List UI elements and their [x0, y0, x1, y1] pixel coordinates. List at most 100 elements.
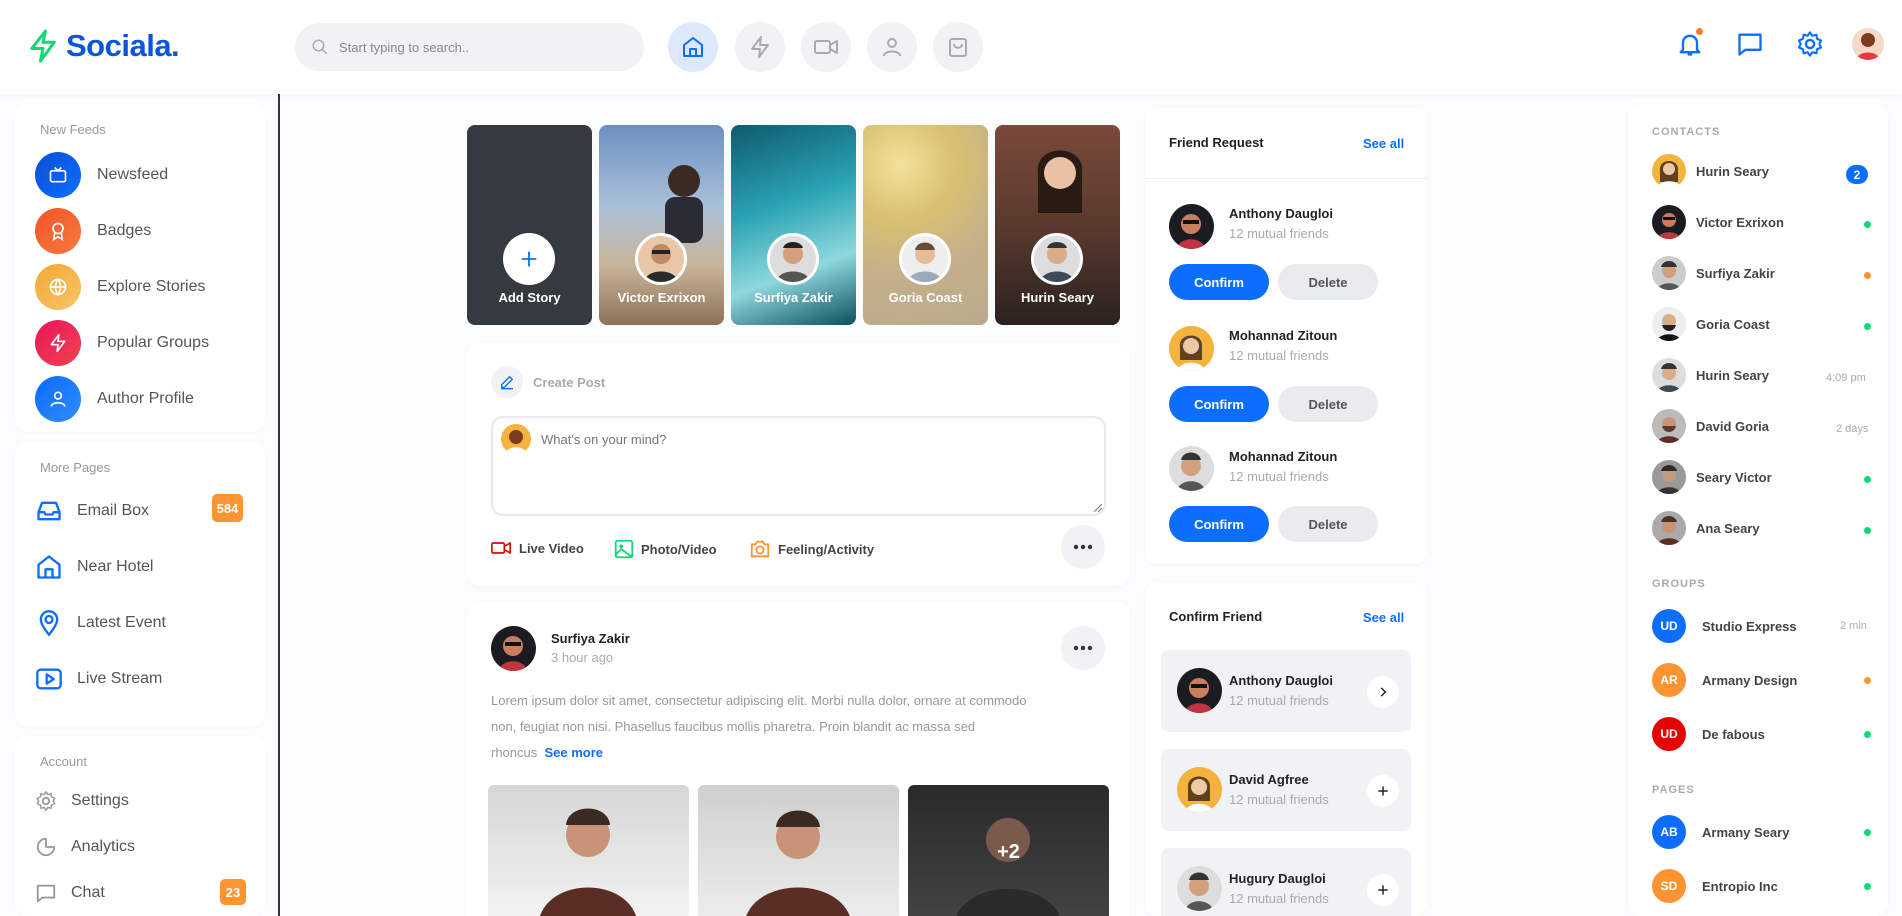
nav-home-button[interactable] [668, 22, 718, 72]
story-card[interactable]: Goria Coast [863, 125, 988, 325]
sidebar-item-explore-stories[interactable]: Explore Stories [35, 264, 206, 310]
online-status-dot [1864, 323, 1871, 330]
confirm-friend-item[interactable]: David Agfree 12 mutual friends [1161, 749, 1411, 831]
create-post-title[interactable]: Create Post [533, 375, 605, 390]
sidebar-item-latest-event[interactable]: Latest Event [35, 600, 166, 646]
settings-button[interactable] [1792, 26, 1828, 62]
contact-name: Hurin Seary [1696, 163, 1769, 179]
nav-profile-button[interactable] [867, 22, 917, 72]
group-item[interactable]: AR Armany Design [1652, 663, 1872, 697]
page-item[interactable]: AB Armany Seary [1652, 815, 1872, 849]
search-input[interactable] [339, 39, 599, 55]
sidebar-item-settings[interactable]: Settings [35, 778, 129, 824]
story-card[interactable]: Surfiya Zakir [731, 125, 856, 325]
sidebar-item-live-stream[interactable]: Live Stream [35, 656, 162, 702]
search-bar[interactable] [295, 23, 644, 71]
contact-name: Surfiya Zakir [1696, 265, 1775, 281]
confirm-button[interactable]: Confirm [1169, 386, 1269, 422]
friend-mutual: 12 mutual friends [1229, 891, 1329, 906]
page-item[interactable]: SD Entropio Inc [1652, 869, 1872, 903]
globe-icon [35, 264, 81, 310]
group-name: Armany Design [1702, 672, 1798, 688]
delete-button[interactable]: Delete [1278, 264, 1378, 300]
confirm-friend-see-all[interactable]: See all [1363, 610, 1404, 625]
chat-icon [1738, 33, 1762, 56]
group-initials-avatar: UD [1652, 717, 1686, 751]
sidebar-item-newsfeed[interactable]: Newsfeed [35, 152, 168, 198]
sidebar-item-near-hotel[interactable]: Near Hotel [35, 544, 153, 590]
story-avatar [899, 233, 951, 285]
request-avatar[interactable] [1169, 446, 1214, 491]
friend-request-see-all[interactable]: See all [1363, 136, 1404, 151]
post-options-button[interactable] [1061, 626, 1105, 670]
request-name[interactable]: Mohannad Zitoun [1229, 449, 1337, 464]
post-textarea[interactable]: What's on your mind? [491, 416, 1106, 516]
notifications-button[interactable] [1672, 26, 1708, 62]
feeling-activity-action[interactable]: Feeling/Activity [748, 538, 874, 560]
friend-action-button[interactable] [1367, 676, 1399, 708]
home-icon [683, 37, 703, 57]
confirm-button[interactable]: Confirm [1169, 506, 1269, 542]
delete-button[interactable]: Delete [1278, 506, 1378, 542]
shop-bag-icon [949, 38, 967, 57]
request-name[interactable]: Anthony Daugloi [1229, 206, 1333, 221]
add-story-button[interactable] [503, 233, 555, 285]
contact-avatar [1652, 256, 1686, 290]
more-options-button[interactable] [1061, 525, 1105, 569]
post-textarea-placeholder: What's on your mind? [541, 432, 667, 447]
delete-button[interactable]: Delete [1278, 386, 1378, 422]
see-more-link[interactable]: See more [544, 745, 603, 760]
sidebar-item-popular-groups[interactable]: Popular Groups [35, 320, 209, 366]
live-video-action[interactable]: Live Video [489, 538, 584, 558]
group-item[interactable]: UD De fabous [1652, 717, 1872, 751]
composer-avatar [501, 424, 531, 454]
messages-button[interactable] [1732, 26, 1768, 62]
sidebar-item-email-box[interactable]: Email Box [35, 488, 149, 534]
sidebar-item-badges[interactable]: Badges [35, 208, 151, 254]
contact-item[interactable]: Goria Coast [1652, 307, 1872, 341]
sidebar-divider [278, 94, 280, 916]
contact-item[interactable]: Hurin Seary [1652, 154, 1872, 188]
add-story-card[interactable]: Add Story [467, 125, 592, 325]
request-avatar[interactable] [1169, 326, 1214, 371]
contact-item[interactable]: Surfiya Zakir [1652, 256, 1872, 290]
story-avatar [767, 233, 819, 285]
email-count-badge: 584 [212, 494, 243, 522]
sidebar-item-analytics[interactable]: Analytics [35, 824, 135, 870]
nav-shop-button[interactable] [933, 22, 983, 72]
post-photo[interactable] [698, 785, 899, 916]
brand-logo[interactable]: Sociala. [28, 28, 180, 64]
post-photo[interactable] [488, 785, 689, 916]
add-friend-button[interactable] [1367, 775, 1399, 807]
confirm-friend-item[interactable]: Anthony Daugloi 12 mutual friends [1161, 650, 1411, 732]
confirm-friend-item[interactable]: Hugury Daugloi 12 mutual friends [1161, 848, 1411, 916]
story-card[interactable]: Hurin Seary [995, 125, 1120, 325]
story-card[interactable]: Victor Exrixon [599, 125, 724, 325]
story-name: Victor Exrixon [617, 290, 706, 305]
friend-request-card: Friend Request See all Anthony Daugloi 1… [1145, 108, 1427, 564]
nav-bolt-button[interactable] [735, 22, 785, 72]
user-avatar[interactable] [1852, 28, 1884, 60]
sidebar-item-author-profile[interactable]: Author Profile [35, 376, 194, 422]
contact-item[interactable]: Victor Exrixon [1652, 205, 1872, 239]
request-avatar[interactable] [1169, 204, 1214, 249]
contact-item[interactable]: Ana Seary [1652, 511, 1872, 545]
confirm-friend-card: Confirm Friend See all Anthony Daugloi 1… [1145, 582, 1427, 916]
post-author-avatar[interactable] [491, 626, 536, 671]
request-name[interactable]: Mohannad Zitoun [1229, 328, 1337, 343]
nav-video-button[interactable] [801, 22, 851, 72]
photo-video-action[interactable]: Photo/Video [613, 538, 717, 560]
contact-item[interactable]: Seary Victor [1652, 460, 1872, 494]
more-photos-count: +2 [997, 841, 1020, 863]
contact-avatar [1652, 307, 1686, 341]
add-friend-button[interactable] [1367, 874, 1399, 906]
post-photo-more[interactable]: +2 [908, 785, 1109, 916]
contact-avatar [1652, 205, 1686, 239]
sidebar-item-chat[interactable]: Chat [35, 870, 105, 916]
groups-title: GROUPS [1652, 578, 1706, 590]
contact-name: Seary Victor [1696, 469, 1772, 485]
post-author-name[interactable]: Surfiya Zakir [551, 630, 630, 648]
group-item[interactable]: UD Studio Express [1652, 609, 1872, 643]
online-status-dot [1864, 829, 1871, 836]
confirm-button[interactable]: Confirm [1169, 264, 1269, 300]
